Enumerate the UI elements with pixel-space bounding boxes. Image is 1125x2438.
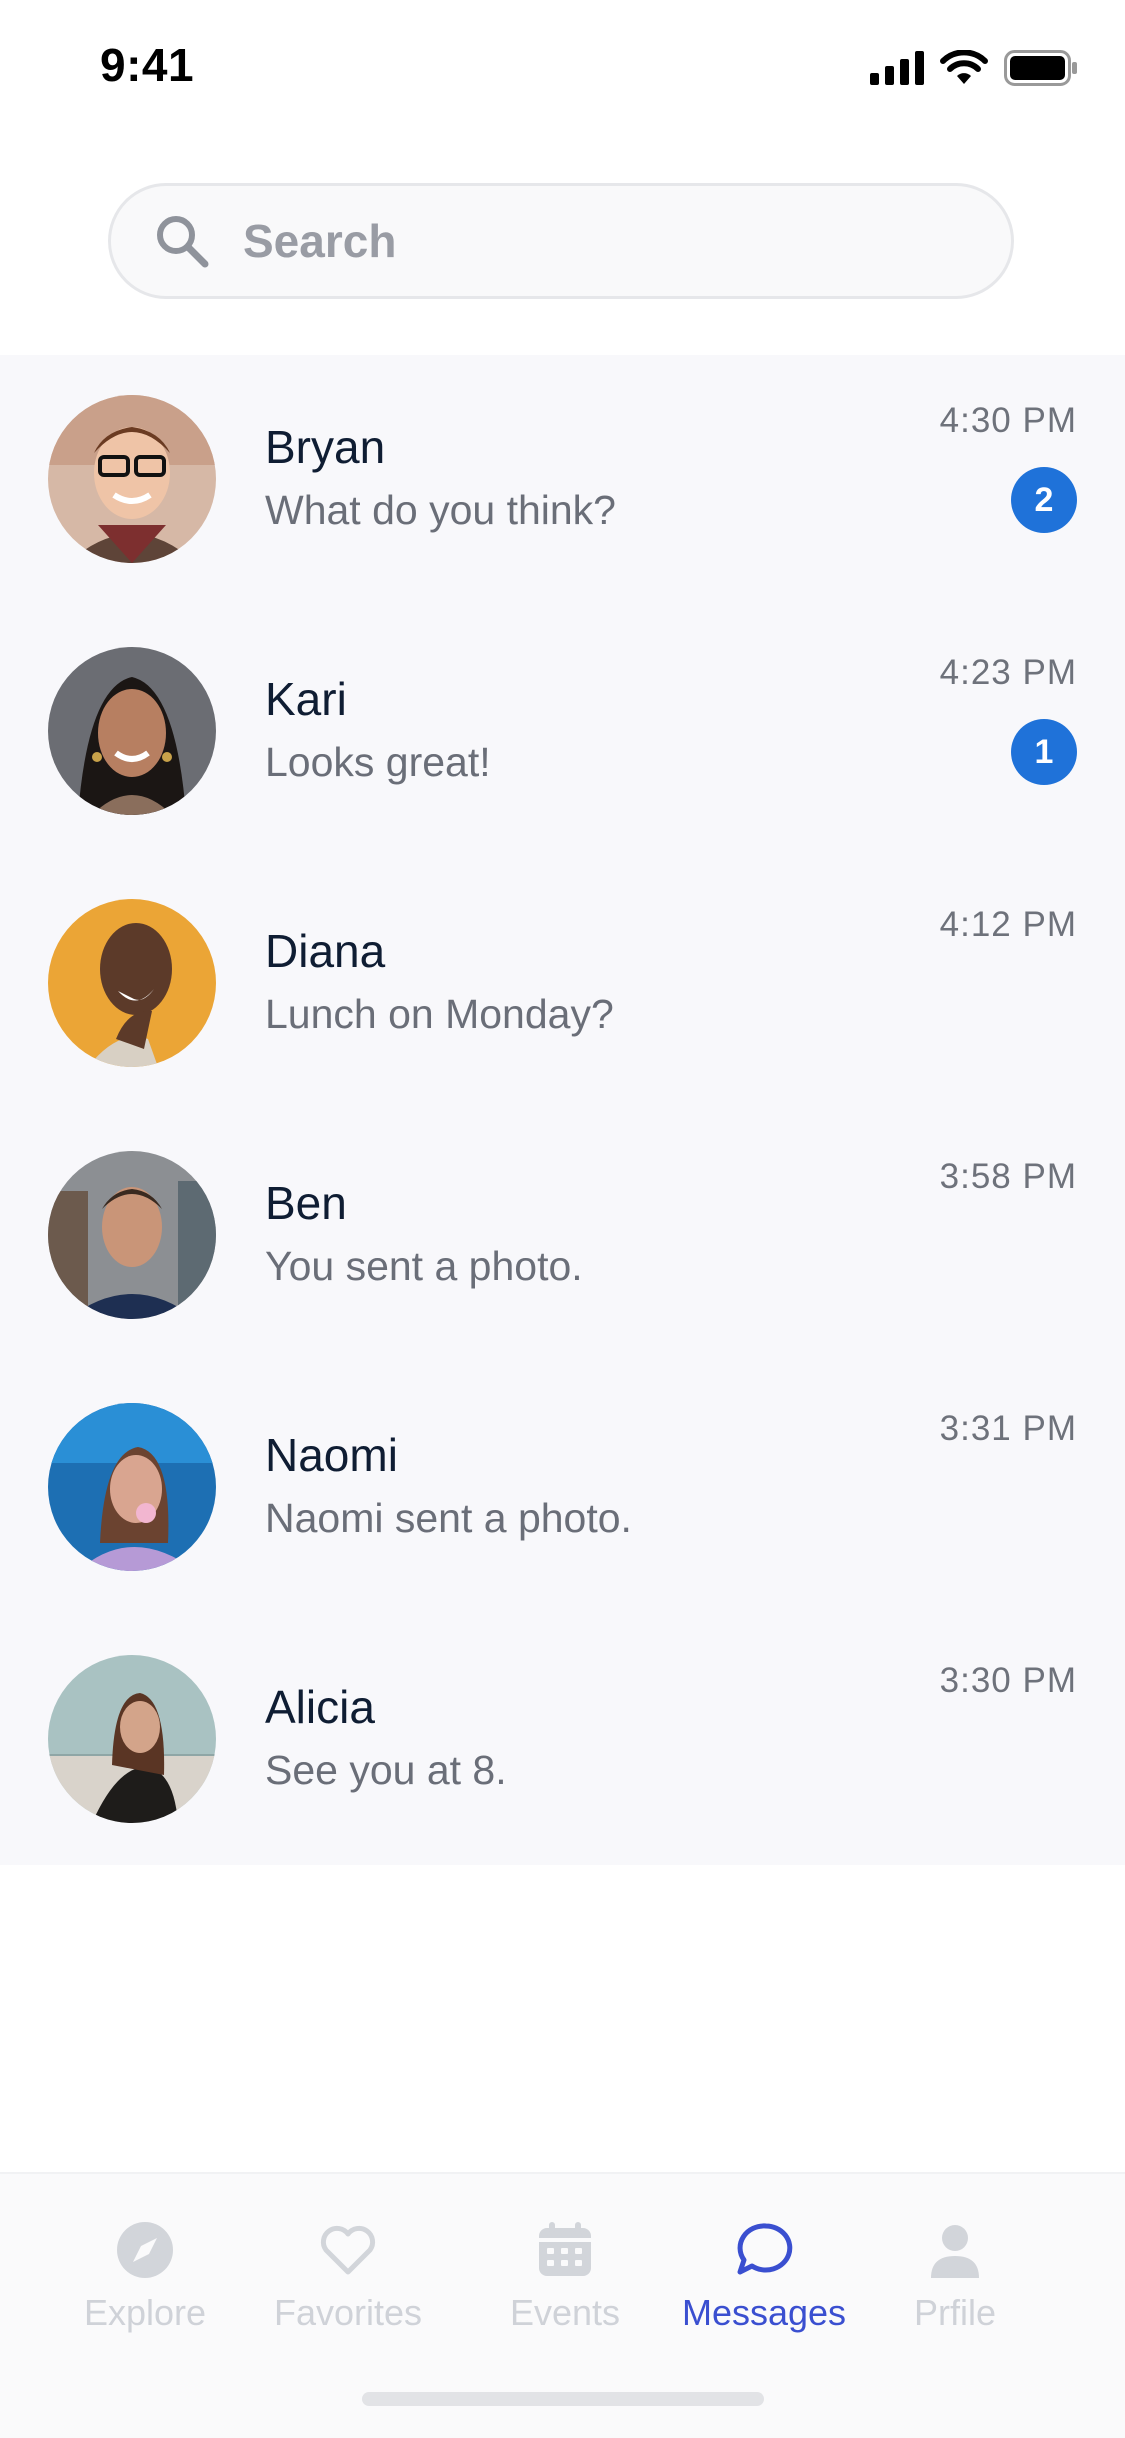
conversation-item-diana[interactable]: Diana Lunch on Monday? 4:12 PM bbox=[0, 859, 1125, 1111]
message-preview: Naomi sent a photo. bbox=[265, 1495, 632, 1541]
message-time: 3:30 PM bbox=[939, 1661, 1077, 1700]
avatar bbox=[48, 647, 216, 815]
unread-badge: 1 bbox=[1011, 719, 1077, 785]
unread-badge: 2 bbox=[1011, 467, 1077, 533]
search-input[interactable] bbox=[241, 213, 1005, 269]
battery-icon bbox=[1004, 50, 1077, 86]
message-preview: What do you think? bbox=[265, 487, 616, 533]
conversation-item-ben[interactable]: Ben You sent a photo. 3:58 PM bbox=[0, 1111, 1125, 1363]
tab-events[interactable]: Events bbox=[490, 2218, 640, 2334]
conversation-item-alicia[interactable]: Alicia See you at 8. 3:30 PM bbox=[0, 1615, 1125, 1867]
contact-name: Bryan bbox=[265, 421, 386, 473]
tab-label: Events bbox=[509, 2292, 621, 2333]
contact-name: Alicia bbox=[265, 1681, 375, 1733]
tab-explore[interactable]: Explore bbox=[60, 2218, 230, 2334]
conversation-item-naomi[interactable]: Naomi Naomi sent a photo. 3:31 PM bbox=[0, 1363, 1125, 1615]
home-indicator bbox=[362, 2392, 764, 2406]
status-icons bbox=[870, 50, 1078, 86]
tab-label: Explore bbox=[83, 2292, 207, 2333]
tab-favorites[interactable]: Favorites bbox=[268, 2218, 428, 2334]
cellular-signal-icon bbox=[870, 51, 924, 85]
avatar bbox=[48, 1151, 216, 1319]
message-preview: You sent a photo. bbox=[265, 1243, 583, 1289]
person-icon bbox=[931, 2225, 979, 2278]
message-time: 4:12 PM bbox=[939, 905, 1077, 944]
tab-label: Messages bbox=[681, 2292, 847, 2333]
conversation-item-bryan[interactable]: Bryan What do you think? 4:30 PM 2 bbox=[0, 355, 1125, 607]
contact-name: Kari bbox=[265, 673, 347, 725]
conversation-list: Bryan What do you think? 4:30 PM 2 Kari … bbox=[0, 355, 1125, 1865]
avatar bbox=[48, 899, 216, 1067]
message-time: 3:58 PM bbox=[939, 1157, 1077, 1196]
tab-label: Prfile bbox=[913, 2292, 997, 2333]
avatar bbox=[48, 1655, 216, 1823]
contact-name: Diana bbox=[265, 925, 386, 977]
avatar bbox=[48, 395, 216, 563]
search-icon bbox=[157, 216, 209, 268]
compass-icon bbox=[117, 2222, 173, 2278]
message-preview: Lunch on Monday? bbox=[265, 991, 614, 1037]
message-time: 4:30 PM bbox=[939, 401, 1077, 440]
tab-profile[interactable]: Prfile bbox=[880, 2218, 1030, 2334]
conversation-item-kari[interactable]: Kari Looks great! 4:23 PM 1 bbox=[0, 607, 1125, 859]
contact-name: Ben bbox=[265, 1177, 347, 1229]
message-preview: See you at 8. bbox=[265, 1747, 507, 1793]
message-icon bbox=[737, 2223, 793, 2275]
message-time: 3:31 PM bbox=[939, 1409, 1077, 1448]
message-preview: Looks great! bbox=[265, 739, 491, 785]
status-bar: 9:41 bbox=[0, 0, 1125, 132]
contact-name: Naomi bbox=[265, 1429, 398, 1481]
tab-messages[interactable]: Messages bbox=[676, 2218, 852, 2334]
status-time: 9:41 bbox=[100, 39, 195, 91]
calendar-icon bbox=[539, 2222, 591, 2276]
search-bar[interactable] bbox=[108, 183, 1014, 299]
wifi-icon bbox=[940, 50, 988, 84]
avatar bbox=[48, 1403, 216, 1571]
message-time: 4:23 PM bbox=[939, 653, 1077, 692]
tab-label: Favorites bbox=[273, 2292, 423, 2333]
heart-icon bbox=[320, 2225, 376, 2275]
